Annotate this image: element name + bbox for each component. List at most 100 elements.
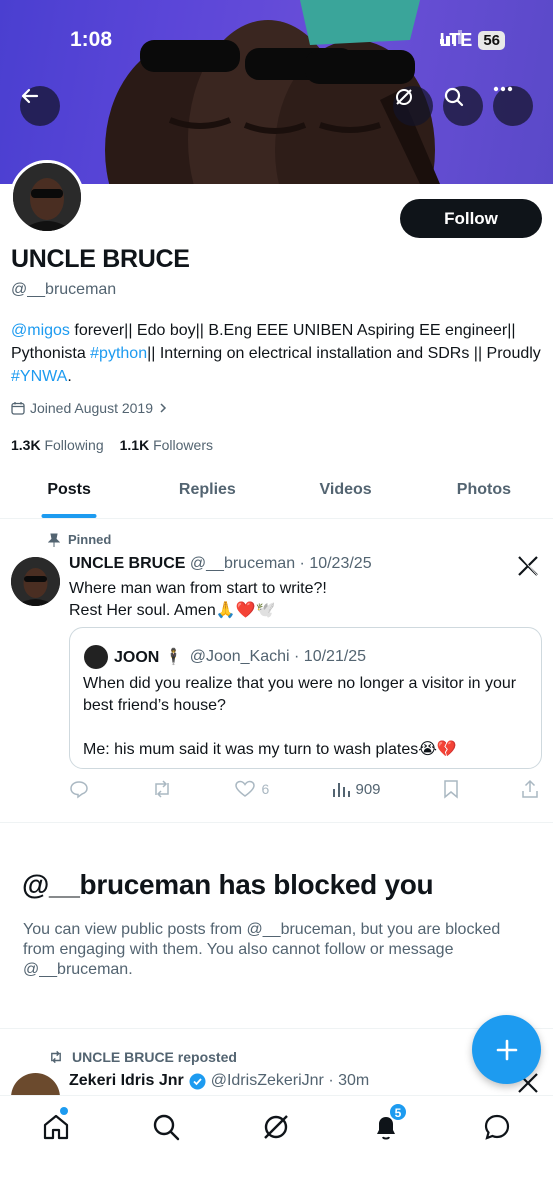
post-actions: 6 909 — [69, 778, 539, 800]
signal-icon — [439, 30, 462, 44]
repost-meta: @IdrisZekeriJnr · 30m — [210, 1072, 370, 1089]
repost-header: Zekeri Idris Jnr @IdrisZekeriJnr · 30m — [69, 1072, 369, 1090]
followers-label: Followers — [153, 437, 213, 453]
back-arrow-icon — [21, 88, 39, 104]
quoted-post[interactable]: JOON 🕴 @Joon_Kachi · 10/21/25 When did y… — [69, 627, 542, 769]
more-options-button[interactable] — [493, 86, 533, 126]
repost-author-name[interactable]: Zekeri Idris Jnr — [69, 1072, 184, 1090]
quote-text-line: When did you realize that you were no lo… — [83, 675, 517, 714]
bookmark-icon — [444, 780, 458, 799]
bottom-navigation: 5 — [0, 1095, 553, 1200]
post-meta: @__bruceman · 10/23/25 — [189, 555, 372, 572]
repost-icon — [51, 1050, 61, 1064]
repost-button[interactable] — [151, 779, 173, 799]
section-divider — [0, 822, 553, 823]
bio-text: . — [67, 368, 72, 385]
profile-bio: @migos forever|| Edo boy|| B.Eng EEE UNI… — [11, 319, 541, 388]
back-button[interactable] — [20, 86, 60, 126]
status-time: 1:08 — [70, 28, 113, 51]
repost-icon — [155, 780, 169, 798]
tab-posts[interactable]: Posts — [0, 466, 138, 518]
bookmark-button[interactable] — [443, 779, 459, 799]
following-label: Following — [44, 437, 104, 453]
views-icon — [332, 783, 350, 797]
heart-icon — [235, 780, 256, 797]
plus-icon — [496, 1039, 517, 1060]
bio-hashtag-python[interactable]: #python — [90, 345, 147, 362]
grok-icon — [396, 89, 412, 105]
bio-mention-link[interactable]: @migos — [11, 322, 70, 339]
profile-handle: @__bruceman — [11, 281, 117, 298]
views-count: 909 — [355, 780, 381, 798]
post-text-line: Rest Her soul. Amen🙏❤️🕊️ — [69, 602, 276, 619]
profile-banner[interactable]: 1:08 LTE 56 — [0, 0, 553, 184]
blocked-description: You can view public posts from @__brucem… — [23, 921, 501, 978]
search-icon — [444, 87, 464, 107]
following-link[interactable]: 1.3K Following — [11, 437, 104, 453]
quote-meta: @Joon_Kachi · 10/21/25 — [189, 648, 367, 665]
profile-display-name: UNCLE BRUCE — [11, 245, 190, 273]
quote-body: When did you realize that you were no lo… — [83, 673, 528, 761]
post-author-avatar[interactable] — [11, 557, 60, 606]
calendar-icon — [11, 402, 25, 415]
like-count: 6 — [261, 781, 270, 797]
followers-link[interactable]: 1.1K Followers — [120, 437, 213, 453]
messages-icon — [484, 1114, 510, 1140]
reply-icon — [70, 781, 88, 799]
section-divider — [0, 1028, 553, 1029]
notifications-badge: 5 — [389, 1103, 407, 1121]
post-body: Where man wan from start to write?! Rest… — [69, 578, 327, 622]
follow-counts: 1.3K Following 1.1K Followers — [11, 437, 213, 453]
x-logo-icon — [517, 555, 539, 582]
chevron-right-icon — [160, 403, 167, 413]
share-icon — [522, 779, 538, 798]
tab-videos[interactable]: Videos — [277, 466, 415, 518]
post-header: UNCLE BRUCE @__bruceman · 10/23/25 — [69, 555, 372, 573]
followers-count: 1.1K — [119, 437, 150, 453]
more-icon — [493, 86, 513, 92]
quote-author-avatar — [84, 645, 108, 669]
joined-date[interactable]: Joined August 2019 — [11, 400, 168, 416]
profile-avatar[interactable] — [10, 160, 84, 234]
post-author-name[interactable]: UNCLE BRUCE — [69, 555, 185, 572]
views-button[interactable]: 909 — [332, 780, 381, 798]
status-indicators: LTE 56 — [439, 30, 505, 51]
repost-label: UNCLE BRUCE reposted — [72, 1049, 237, 1065]
share-button[interactable] — [521, 779, 539, 799]
quote-header: JOON 🕴 @Joon_Kachi · 10/21/25 — [84, 645, 366, 669]
tab-replies[interactable]: Replies — [138, 466, 276, 518]
pinned-label: Pinned — [68, 532, 112, 547]
pinned-indicator: Pinned — [48, 532, 111, 547]
quote-text-line: Me: his mum said it was my turn to wash … — [83, 741, 457, 758]
tab-photos[interactable]: Photos — [415, 466, 553, 518]
like-button[interactable]: 6 — [235, 780, 269, 798]
quote-author-name: JOON 🕴 — [114, 649, 184, 666]
avatar-image — [13, 163, 81, 231]
nav-home[interactable] — [41, 1107, 71, 1142]
grok-icon — [264, 1115, 288, 1139]
post-text-line: Where man wan from start to write?! — [69, 580, 327, 597]
battery-icon: 56 — [478, 31, 505, 50]
nav-explore[interactable] — [151, 1112, 181, 1142]
blocked-title: @__bruceman has blocked you — [22, 869, 434, 900]
verified-badge-icon — [189, 1073, 206, 1089]
avatar-image — [11, 557, 60, 606]
search-icon — [153, 1114, 180, 1141]
search-button[interactable] — [443, 86, 483, 126]
profile-tabs: Posts Replies Videos Photos — [0, 466, 553, 519]
compose-button[interactable] — [472, 1015, 541, 1084]
repost-indicator: UNCLE BRUCE reposted — [48, 1049, 237, 1065]
follow-button[interactable]: Follow — [400, 199, 542, 238]
home-unread-dot — [60, 1107, 68, 1115]
nav-grok[interactable] — [261, 1112, 291, 1142]
pin-icon — [48, 533, 60, 547]
bio-hashtag-ynwa[interactable]: #YNWA — [11, 368, 67, 385]
bio-text: || Interning on electrical installation … — [147, 345, 541, 362]
following-count: 1.3K — [11, 437, 41, 453]
grok-button[interactable] — [393, 86, 433, 126]
reply-button[interactable] — [69, 779, 89, 799]
home-icon — [43, 1114, 69, 1140]
joined-label: Joined August 2019 — [30, 400, 153, 416]
nav-messages[interactable] — [482, 1112, 512, 1142]
nav-notifications[interactable]: 5 — [371, 1103, 407, 1142]
